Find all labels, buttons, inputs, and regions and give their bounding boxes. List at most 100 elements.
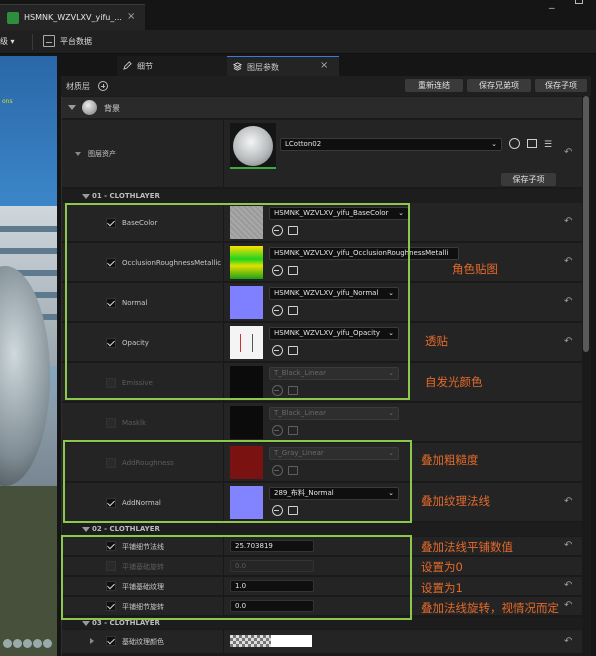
- color-param-row: 基础纹理颜色 ↶: [62, 630, 582, 654]
- maximize-icon[interactable]: [575, 0, 583, 4]
- minimize-icon[interactable]: _: [549, 0, 555, 9]
- layers-icon: [233, 62, 242, 71]
- collapse-icon[interactable]: [82, 621, 90, 626]
- reset-icon[interactable]: ↶: [564, 496, 572, 507]
- reset-icon[interactable]: ↶: [564, 600, 572, 611]
- param-name: Masklk: [122, 419, 147, 427]
- material-layers-label: 材质层: [66, 82, 90, 91]
- use-selected-icon: [272, 425, 283, 436]
- param-enable-checkbox[interactable]: [106, 418, 116, 428]
- collapse-icon[interactable]: [82, 527, 90, 532]
- document-tab[interactable]: HSMNK_WZVLXV_yifu_... ×: [0, 4, 145, 30]
- annotation: 透贴: [425, 334, 448, 348]
- section-header[interactable]: 02 - CLOTHLAYER: [62, 522, 582, 536]
- background-layer-label: 背景: [104, 104, 120, 113]
- section-header[interactable]: 01 - CLOTHLAYER: [62, 189, 582, 203]
- annotation: 叠加粗糙度: [421, 453, 479, 467]
- browse-icon: [288, 426, 298, 435]
- layer-asset-thumbnail[interactable]: [230, 123, 276, 169]
- use-selected-icon[interactable]: [509, 138, 520, 149]
- cylinder-icon[interactable]: [33, 639, 42, 648]
- toolbar: 级 ▾ 平台数据: [0, 30, 596, 54]
- sphere-icon[interactable]: [3, 639, 12, 648]
- expand-icon[interactable]: [75, 152, 81, 156]
- tab-layer-parameters[interactable]: 图层参数 ×: [227, 56, 339, 76]
- scrollbar-thumb[interactable]: [583, 96, 589, 352]
- highlight-box: [65, 203, 410, 400]
- tab-layer-parameters-label: 图层参数: [247, 63, 279, 72]
- teapot-icon[interactable]: [43, 639, 52, 648]
- annotation: 叠加法线旋转，视情况而定: [421, 601, 559, 615]
- reset-icon[interactable]: ↶: [564, 147, 572, 158]
- reset-icon[interactable]: ↶: [564, 216, 572, 227]
- annotation: 叠加法线平铺数值: [421, 540, 513, 554]
- close-icon[interactable]: ×: [127, 11, 135, 22]
- save-child-button[interactable]: 保存子项: [535, 79, 587, 92]
- texture-dropdown: T_Black_Linear ⌄: [269, 407, 399, 420]
- tab-details[interactable]: 细节: [117, 56, 227, 76]
- save-child-button[interactable]: 保存子项: [501, 173, 556, 186]
- highlight-box: [63, 440, 412, 523]
- viewport[interactable]: ons: [0, 56, 57, 656]
- toolbar-level-dropdown[interactable]: 级 ▾: [0, 36, 15, 47]
- document-tab-title: HSMNK_WZVLXV_yifu_...: [24, 13, 122, 22]
- material-instance-icon: [7, 12, 19, 24]
- annotation: 叠加纹理法线: [421, 494, 490, 508]
- param-name: 基础纹理颜色: [122, 638, 164, 646]
- annotation: 自发光颜色: [425, 375, 483, 389]
- viewport-overlay-text: ons: [2, 98, 13, 105]
- param-enable-checkbox[interactable]: [106, 636, 116, 646]
- chevron-down-icon: ⌄: [388, 409, 394, 417]
- asset-actions: [272, 425, 312, 437]
- filter-icon[interactable]: ☰: [544, 140, 552, 150]
- param-row-mask: Masklk T_Black_Linear ⌄: [62, 403, 582, 442]
- collapse-icon[interactable]: [68, 105, 76, 110]
- viewport-toolbar[interactable]: [3, 639, 55, 649]
- reset-icon[interactable]: ↶: [564, 256, 572, 267]
- layer-asset-value: LCotton02: [285, 140, 322, 148]
- column-divider: [223, 630, 224, 653]
- material-layers-bar: 材质层 重新连结 保存兄弟项 保存子项: [61, 76, 591, 96]
- texture-thumbnail: [230, 406, 263, 439]
- tab-details-label: 细节: [137, 62, 153, 71]
- background-layer-header[interactable]: 背景: [62, 97, 582, 119]
- reset-icon[interactable]: ↶: [564, 580, 572, 591]
- reset-icon[interactable]: ↶: [564, 540, 572, 551]
- layer-thumbnail: [82, 100, 97, 115]
- highlight-box: [61, 535, 412, 620]
- reset-icon[interactable]: ↶: [564, 296, 572, 307]
- pencil-icon: [123, 61, 132, 70]
- viewport-ground: [0, 486, 57, 656]
- cube-icon[interactable]: [23, 639, 32, 648]
- section-title: 03 - CLOTHLAYER: [92, 619, 160, 627]
- texture-value: T_Black_Linear: [274, 409, 326, 417]
- layer-asset-label: 图层资产: [88, 150, 116, 158]
- toolbar-divider: [32, 34, 33, 50]
- annotation: 角色贴图: [452, 262, 498, 276]
- section-title: 02 - CLOTHLAYER: [92, 525, 160, 533]
- expand-icon[interactable]: [90, 638, 94, 644]
- layer-asset-dropdown[interactable]: LCotton02 ⌄: [280, 138, 502, 151]
- save-sibling-button[interactable]: 保存兄弟项: [467, 79, 531, 92]
- annotation: 设置为1: [421, 581, 463, 595]
- plane-icon[interactable]: [13, 639, 22, 648]
- annotation: 设置为0: [421, 560, 463, 574]
- scrollbar[interactable]: [583, 96, 589, 656]
- relink-button[interactable]: 重新连结: [405, 79, 463, 92]
- close-icon[interactable]: ×: [320, 60, 328, 71]
- add-layer-icon[interactable]: [98, 81, 108, 91]
- panel-tab-bar: 细节 图层参数 ×: [57, 56, 596, 76]
- reset-icon[interactable]: ↶: [564, 336, 572, 347]
- asset-preview-sphere: [233, 126, 273, 166]
- column-divider: [223, 403, 224, 441]
- layer-asset-row: 图层资产 LCotton02 ⌄ ☰ ↶ 保存子项: [62, 120, 582, 188]
- collapse-icon[interactable]: [82, 194, 90, 199]
- chevron-down-icon: ⌄: [491, 140, 497, 148]
- reset-icon[interactable]: ↶: [564, 636, 572, 647]
- color-swatch[interactable]: [230, 635, 312, 647]
- section-title: 01 - CLOTHLAYER: [92, 192, 160, 200]
- column-divider: [223, 120, 224, 187]
- platform-data-button[interactable]: 平台数据: [60, 36, 92, 47]
- browse-icon[interactable]: [527, 139, 537, 148]
- platform-data-icon[interactable]: [43, 35, 55, 47]
